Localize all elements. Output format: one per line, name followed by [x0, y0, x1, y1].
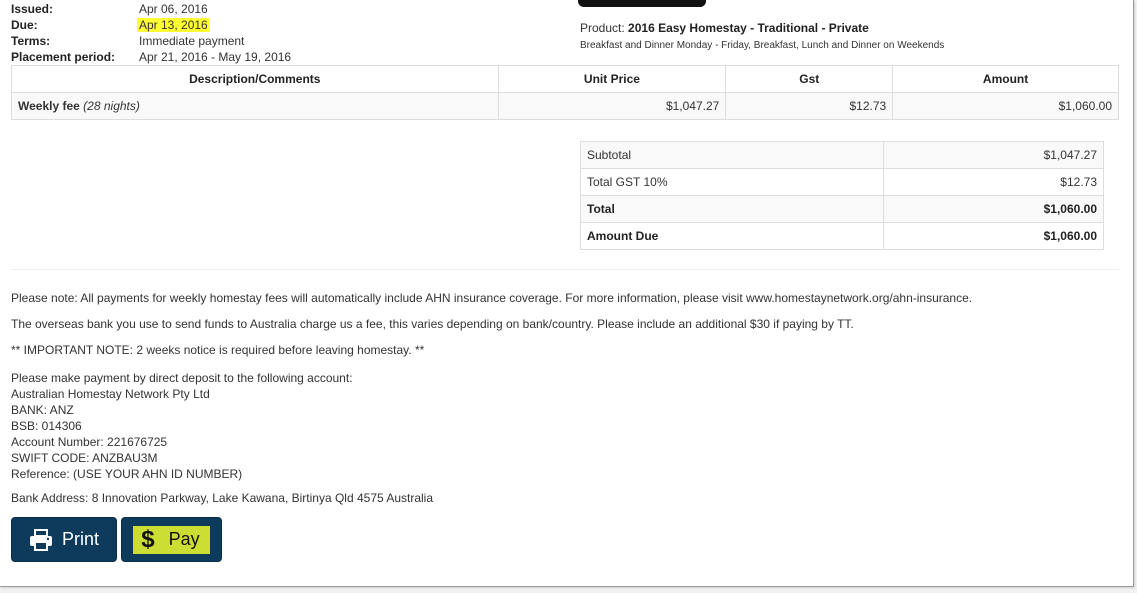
- item-unit-price: $1,047.27: [497, 92, 727, 120]
- placement-row: Placement period: Apr 21, 2016 - May 19,…: [11, 49, 311, 65]
- terms-row: Terms: Immediate payment: [11, 33, 311, 49]
- total-label: Total: [579, 195, 885, 223]
- amount-due-row: Amount Due $1,060.00: [579, 222, 1104, 250]
- payment-details: Please make payment by direct deposit to…: [11, 370, 353, 482]
- due-label: Due:: [11, 18, 38, 32]
- placement-label: Placement period:: [11, 50, 116, 64]
- issued-value: Apr 06, 2016: [139, 2, 208, 16]
- item-amount: $1,060.00: [892, 92, 1119, 120]
- product-label: Product:: [580, 21, 625, 35]
- terms-label: Terms:: [11, 34, 51, 48]
- placement-value: Apr 21, 2016 - May 19, 2016: [139, 50, 292, 64]
- print-button[interactable]: Print: [11, 517, 117, 562]
- due-row: Due: Apr 13, 2016: [11, 17, 311, 33]
- item-description-cell: Weekly fee (28 nights): [11, 92, 499, 120]
- table-row: Weekly fee (28 nights) $1,047.27 $12.73 …: [11, 92, 1119, 120]
- invoice-page: Issued: Apr 06, 2016 Due: Apr 13, 2016 T…: [0, 0, 1134, 587]
- bank-address: Bank Address: 8 Innovation Parkway, Lake…: [11, 491, 434, 505]
- items-header-row: Description/Comments Unit Price Gst Amou…: [11, 65, 1119, 93]
- total-value: $1,060.00: [883, 195, 1104, 223]
- printer-icon: [29, 528, 53, 551]
- payment-reference: Reference: (USE YOUR AHN ID NUMBER): [11, 467, 243, 481]
- item-gst: $12.73: [725, 92, 894, 120]
- account-number: Account Number: 221676725: [11, 435, 168, 449]
- invoice-meta: Issued: Apr 06, 2016 Due: Apr 13, 2016 T…: [11, 1, 311, 65]
- pay-button[interactable]: $ Pay: [121, 517, 222, 562]
- item-note: (28 nights): [83, 99, 140, 113]
- account-name: Australian Homestay Network Pty Ltd: [11, 387, 210, 401]
- terms-value: Immediate payment: [139, 34, 245, 48]
- gst-label: Total GST 10%: [579, 168, 885, 196]
- item-description: Weekly fee: [18, 99, 80, 113]
- issued-row: Issued: Apr 06, 2016: [11, 1, 311, 17]
- due-value-wrap: Apr 13, 2016: [137, 17, 210, 33]
- gst-row: Total GST 10% $12.73: [579, 168, 1104, 196]
- pay-highlight: $ Pay: [133, 525, 210, 554]
- header-unit-price: Unit Price: [497, 65, 727, 93]
- pay-label: Pay: [168, 529, 200, 549]
- product-line: Product: 2016 Easy Homestay - Traditiona…: [580, 21, 869, 35]
- header-amount: Amount: [892, 65, 1119, 93]
- total-row: Total $1,060.00: [579, 195, 1104, 223]
- swift-code: SWIFT CODE: ANZBAU3M: [11, 451, 158, 465]
- redaction-mark: [578, 0, 706, 7]
- gst-value: $12.73: [883, 168, 1104, 196]
- insurance-note: Please note: All payments for weekly hom…: [11, 291, 973, 305]
- section-divider: [11, 269, 1119, 270]
- dollar-icon: $: [141, 525, 155, 553]
- due-value: Apr 13, 2016: [137, 18, 210, 32]
- product-description: Breakfast and Dinner Monday - Friday, Br…: [580, 40, 945, 51]
- subtotal-row: Subtotal $1,047.27: [579, 141, 1104, 169]
- print-label: Print: [61, 529, 99, 549]
- subtotal-label: Subtotal: [579, 141, 885, 169]
- header-gst: Gst: [725, 65, 894, 93]
- bsb: BSB: 014306: [11, 419, 82, 433]
- important-note: ** IMPORTANT NOTE: 2 weeks notice is req…: [11, 343, 425, 357]
- amount-due-label: Amount Due: [579, 222, 885, 250]
- amount-due-value: $1,060.00: [883, 222, 1104, 250]
- header-description: Description/Comments: [11, 65, 499, 93]
- totals-table: Subtotal $1,047.27 Total GST 10% $12.73 …: [579, 141, 1104, 250]
- payment-intro: Please make payment by direct deposit to…: [11, 371, 353, 385]
- issued-label: Issued:: [11, 2, 54, 16]
- product-name: 2016 Easy Homestay - Traditional - Priva…: [628, 21, 869, 35]
- bank-name: BANK: ANZ: [11, 403, 74, 417]
- items-table: Description/Comments Unit Price Gst Amou…: [11, 65, 1119, 120]
- bank-fee-note: The overseas bank you use to send funds …: [11, 317, 854, 331]
- subtotal-value: $1,047.27: [883, 141, 1104, 169]
